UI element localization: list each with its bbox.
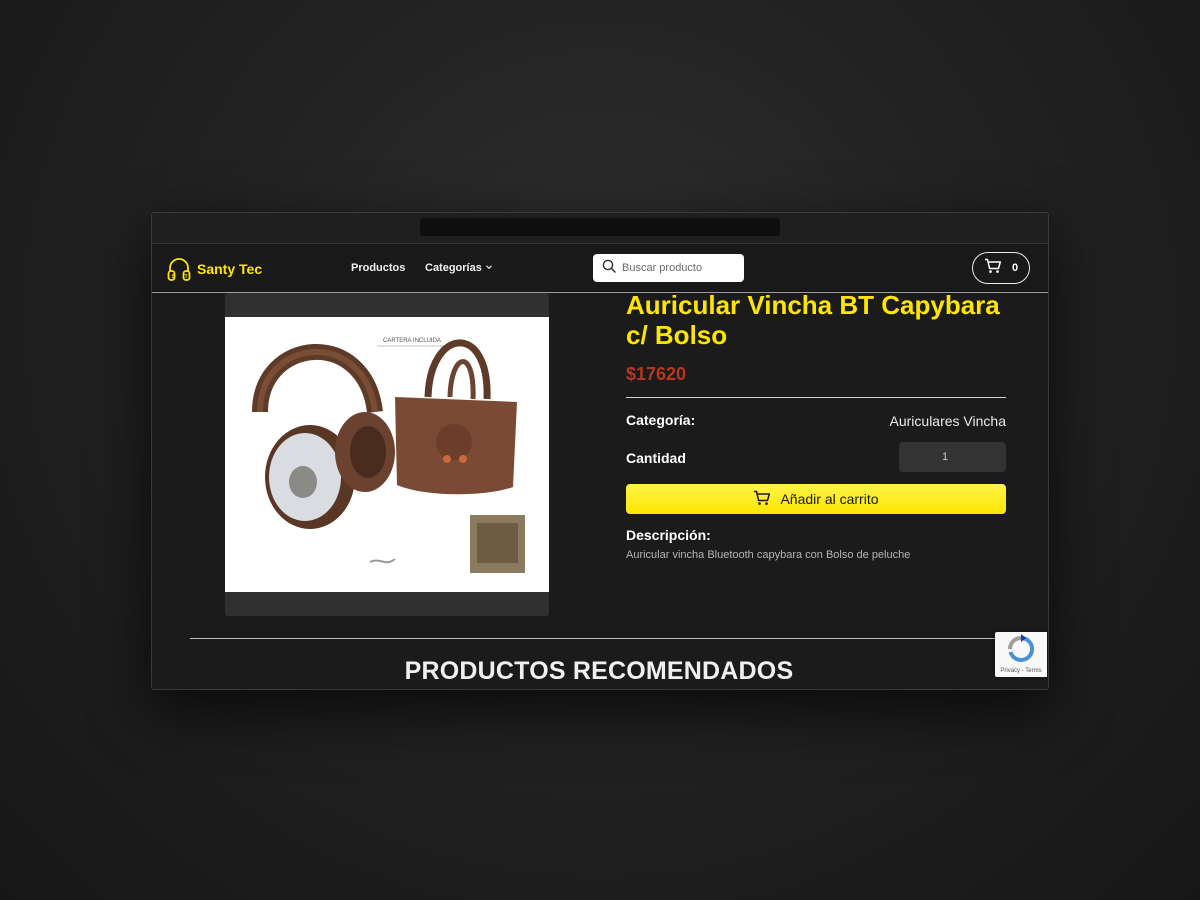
cart-button[interactable]: 0 [972,252,1030,284]
site-header: S T Santy Tec Productos Categorías Busca… [152,244,1048,293]
nav-categories-label: Categorías [425,262,482,274]
recaptcha-icon [1008,634,1035,662]
quantity-input[interactable] [899,442,1006,472]
quantity-label: Cantidad [626,450,686,466]
recaptcha-badge[interactable]: Privacy - Terms [995,632,1047,677]
recaptcha-links[interactable]: Privacy - Terms [995,668,1047,674]
product-image-panel: CARTERA INCLUIDA [225,293,549,616]
nav-link-products[interactable]: Productos [351,262,405,274]
image-caption: CARTERA INCLUIDA [383,338,441,344]
recommended-title: PRODUCTOS RECOMENDADOS [404,657,794,685]
nav-link-categories[interactable]: Categorías [425,262,493,274]
cart-count-badge: 0 [1011,262,1019,274]
address-bar[interactable] [420,218,780,236]
cart-icon [753,490,771,509]
section-divider [190,638,1010,639]
product-price: $17620 [626,364,687,384]
search-icon [602,259,616,278]
headphones-icon: S T [166,256,192,282]
category-label: Categoría: [626,412,696,428]
add-to-cart-label: Añadir al carrito [780,491,879,507]
brand-name: Santy Tec [197,261,263,277]
product-image[interactable]: CARTERA INCLUIDA [225,317,549,592]
svg-text:T: T [185,274,188,280]
search-input[interactable] [622,262,732,274]
category-value[interactable]: Auriculares Vincha [890,413,1006,429]
description-label: Descripción: [626,527,711,543]
chevron-down-icon [485,262,493,274]
details-divider [626,397,1006,398]
description-text: Auricular vincha Bluetooth capybara con … [626,549,911,561]
browser-window: S T Santy Tec Productos Categorías Busca… [151,212,1049,690]
browser-toolbar [152,213,1048,244]
search-box [593,254,744,282]
product-title: Auricular Vincha BT Capybara c/ Bolso [626,290,1000,350]
cart-icon [984,258,1002,279]
brand-logo[interactable]: S T Santy Tec [166,256,262,282]
add-to-cart-button[interactable]: Añadir al carrito [626,484,1006,514]
